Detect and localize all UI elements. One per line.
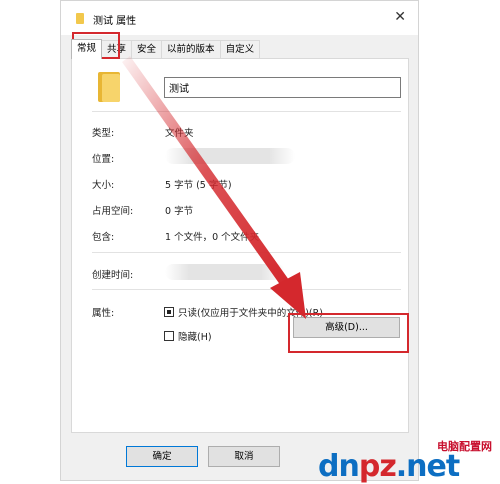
size-value: 5 字节 (5 字节) [165, 180, 232, 191]
tab-general[interactable]: 常规 [71, 39, 103, 59]
attributes-label: 属性: [92, 308, 115, 319]
created-label: 创建时间: [92, 270, 134, 281]
hidden-label: 隐藏(H) [178, 332, 212, 343]
hidden-checkbox[interactable] [164, 331, 174, 341]
tab-strip: 常规 共享 安全 以前的版本 自定义 [71, 39, 261, 59]
cancel-button[interactable]: 取消 [208, 446, 280, 467]
window-title: 测试 属性 [93, 16, 137, 27]
site-watermark: 电脑配置网 dnpz.net [314, 437, 500, 484]
readonly-checkbox[interactable] [164, 307, 174, 317]
folder-icon [76, 13, 84, 24]
tab-security[interactable]: 安全 [131, 40, 163, 58]
general-panel: 类型: 文件夹 位置: 大小: 5 字节 (5 字节) 占用空间: 0 字节 包… [71, 58, 409, 433]
divider [92, 111, 401, 112]
close-icon[interactable]: ✕ [394, 9, 406, 25]
type-label: 类型: [92, 128, 115, 139]
properties-dialog: 测试 属性 ✕ 常规 共享 安全 以前的版本 自定义 类型: 文件夹 位置: 大… [60, 0, 419, 481]
watermark-logo: dnpz.net [318, 449, 460, 484]
type-value: 文件夹 [165, 128, 194, 139]
folder-name-input[interactable] [164, 77, 401, 98]
large-folder-icon [98, 72, 120, 102]
divider [92, 252, 401, 253]
title-bar: 测试 属性 ✕ [61, 1, 418, 35]
size-label: 大小: [92, 180, 115, 191]
ok-button[interactable]: 确定 [126, 446, 198, 467]
tab-customize[interactable]: 自定义 [219, 40, 261, 58]
divider [92, 289, 401, 290]
size-on-disk-label: 占用空间: [92, 206, 134, 217]
size-on-disk-value: 0 字节 [165, 206, 194, 217]
contains-value: 1 个文件，0 个文件夹 [165, 232, 260, 243]
tab-previous-versions[interactable]: 以前的版本 [161, 40, 221, 58]
location-label: 位置: [92, 154, 115, 165]
advanced-button-highlight [288, 313, 409, 353]
location-value-redacted [165, 148, 295, 164]
contains-label: 包含: [92, 232, 115, 243]
created-value-redacted [165, 264, 285, 280]
